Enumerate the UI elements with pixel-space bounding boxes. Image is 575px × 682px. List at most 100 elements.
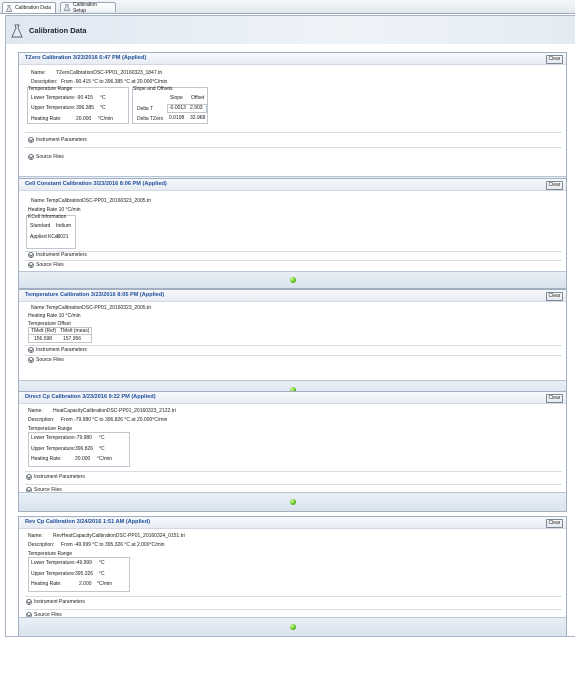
heating-rate-label: Heating Rate:	[31, 581, 62, 587]
delta-t-label: Delta T	[137, 106, 154, 112]
lower-temperature-value: -90.415	[76, 95, 93, 101]
chevron-down-icon	[28, 357, 34, 363]
chevron-down-icon	[28, 154, 34, 160]
upper-temperature-value: 395.326	[75, 571, 94, 577]
divider	[28, 334, 92, 335]
instrument-parameters-expander[interactable]: Instrument Parameters	[26, 474, 85, 480]
panel-footer	[19, 271, 566, 288]
direct-cp-calibration-panel: Direct Cp Calibration 3/23/2016 9:22 PM …	[18, 391, 567, 512]
delta-t-offset: 2.903	[190, 105, 203, 111]
cell-constant-calibration-panel: Cell Constant Calibration 3/23/2016 8:06…	[18, 178, 567, 289]
clear-button[interactable]: Clear	[546, 519, 563, 528]
tmelt-ref-value: 156.598	[34, 336, 53, 342]
source-files-expander[interactable]: Source Files	[28, 262, 64, 268]
unit: °C	[100, 105, 106, 111]
panel-title: Rev Cp Calibration 3/24/2016 1:51 AM (Ap…	[25, 519, 151, 525]
chevron-down-icon	[28, 347, 34, 353]
lower-temperature-label: Lower Temperature:	[31, 435, 76, 441]
lower-temperature-value: -49.999	[75, 560, 92, 566]
divider	[25, 260, 562, 261]
instrument-parameters-expander[interactable]: Instrument Parameters	[28, 252, 87, 258]
panel-footer	[19, 492, 566, 511]
unit: °C	[99, 571, 105, 577]
panel-footer	[19, 617, 566, 636]
unit: °C/min	[97, 456, 113, 462]
tab-calibration-data[interactable]: Calibration Data	[2, 2, 56, 13]
instrument-parameters-expander[interactable]: Instrument Parameters	[28, 347, 87, 353]
status-led-icon	[289, 277, 296, 283]
tab-label: Calibration Data	[15, 5, 51, 11]
calibration-icon	[5, 4, 13, 12]
divider	[25, 345, 562, 346]
lower-temperature-label: Lower Temperature:	[31, 95, 76, 101]
upper-temperature-label: Upper Temperature:	[31, 105, 76, 111]
tab-calibration-setup[interactable]: Calibration Setup	[60, 2, 116, 14]
tab-bar: Calibration Data Calibration Setup	[0, 0, 575, 14]
chevron-down-icon	[28, 262, 34, 268]
applied-kcell-value: 1.021	[56, 234, 69, 240]
panel-title: TZero Calibration 3/23/2016 6:47 PM (App…	[25, 55, 147, 61]
unit: °C/min	[98, 116, 114, 122]
tmelt-meas-value: 157.956	[63, 336, 82, 342]
calibration-data-page: Calibration Data TZero Calibration 3/23/…	[5, 15, 575, 637]
group-title: KCell Information	[28, 214, 67, 220]
clear-button[interactable]: Clear	[546, 394, 563, 403]
divider	[25, 147, 562, 148]
chevron-down-icon	[28, 252, 34, 258]
panel-title-bar: Direct Cp Calibration 3/23/2016 9:22 PM …	[19, 392, 566, 404]
source-files-expander[interactable]: Source Files	[28, 357, 64, 363]
heating-rate-label: Heating Rate:	[31, 456, 62, 462]
description-label: Description:	[28, 417, 55, 423]
standard-label: Standard	[30, 223, 51, 229]
name-value: RevHeatCapacityCalibrationDSC-PP01_20160…	[53, 533, 185, 539]
status-led-icon	[289, 499, 296, 505]
clear-button[interactable]: Clear	[546, 55, 563, 64]
column-header: Offset	[191, 95, 205, 101]
upper-temperature-label: Upper Temperature:	[31, 571, 76, 577]
description-label: Description:	[28, 542, 55, 548]
calibration-icon	[11, 24, 23, 38]
panel-title-bar: Rev Cp Calibration 3/24/2016 1:51 AM (Ap…	[19, 517, 566, 529]
page-title: Calibration Data	[29, 26, 87, 35]
expander-label: Instrument Parameters	[36, 137, 87, 143]
divider	[25, 609, 562, 610]
heating-rate: Heating Rate 10 °C/min	[28, 313, 81, 319]
clear-button[interactable]: Clear	[546, 181, 563, 190]
description-value: From -79.980 °C to 396.826 °C at 20.000°…	[61, 417, 168, 423]
panel-title: Cell Constant Calibration 3/23/2016 8:06…	[25, 181, 167, 187]
lower-temperature-label: Lower Temperature:	[31, 560, 76, 566]
divider	[25, 596, 562, 597]
delta-tzero-offset: 32.968	[190, 115, 206, 121]
name-value: TempCalibrationDSC-PP01_20160323_2005.tr…	[46, 198, 152, 204]
delta-tzero-slope: 0.0198	[169, 115, 185, 121]
expander-label: Source Files	[36, 154, 64, 160]
clear-button[interactable]: Clear	[546, 292, 563, 301]
delta-t-slope: -0.0013	[169, 105, 186, 111]
group-title: Temperature Range	[28, 86, 73, 92]
divider	[25, 484, 562, 485]
source-files-expander[interactable]: Source Files	[28, 154, 64, 160]
chevron-down-icon	[26, 599, 32, 605]
divider	[25, 251, 562, 252]
divider	[25, 132, 562, 133]
tzero-calibration-panel: TZero Calibration 3/23/2016 6:47 PM (App…	[18, 52, 567, 190]
instrument-parameters-expander[interactable]: Instrument Parameters	[26, 599, 85, 605]
chevron-down-icon	[28, 137, 34, 143]
name-label: Name:	[31, 305, 46, 311]
name-value: TZeroCalibrationDSC-PP01_20160323_1847.t…	[56, 70, 163, 76]
instrument-parameters-expander[interactable]: Instrument Parameters	[28, 137, 87, 143]
chevron-down-icon	[26, 474, 32, 480]
temperature-calibration-panel: Temperature Calibration 3/23/2016 8:05 P…	[18, 289, 567, 400]
heating-rate-value: 20.000	[75, 456, 91, 462]
lower-temperature-value: -79.980	[75, 435, 92, 441]
description-value: From -49.999 °C to 395.326 °C at 2.000°C…	[61, 542, 165, 548]
group-title: Slope and Offsets	[133, 86, 173, 92]
expander-label: Source Files	[36, 262, 64, 268]
divider	[25, 355, 562, 356]
name-label: Name:	[28, 533, 43, 539]
panel-title-bar: TZero Calibration 3/23/2016 6:47 PM (App…	[19, 53, 566, 65]
heating-rate-label: Heating Rate:	[31, 116, 62, 122]
status-led-icon	[289, 624, 296, 630]
delta-tzero-label: Delta TZero	[137, 116, 164, 122]
expander-label: Instrument Parameters	[36, 347, 87, 353]
